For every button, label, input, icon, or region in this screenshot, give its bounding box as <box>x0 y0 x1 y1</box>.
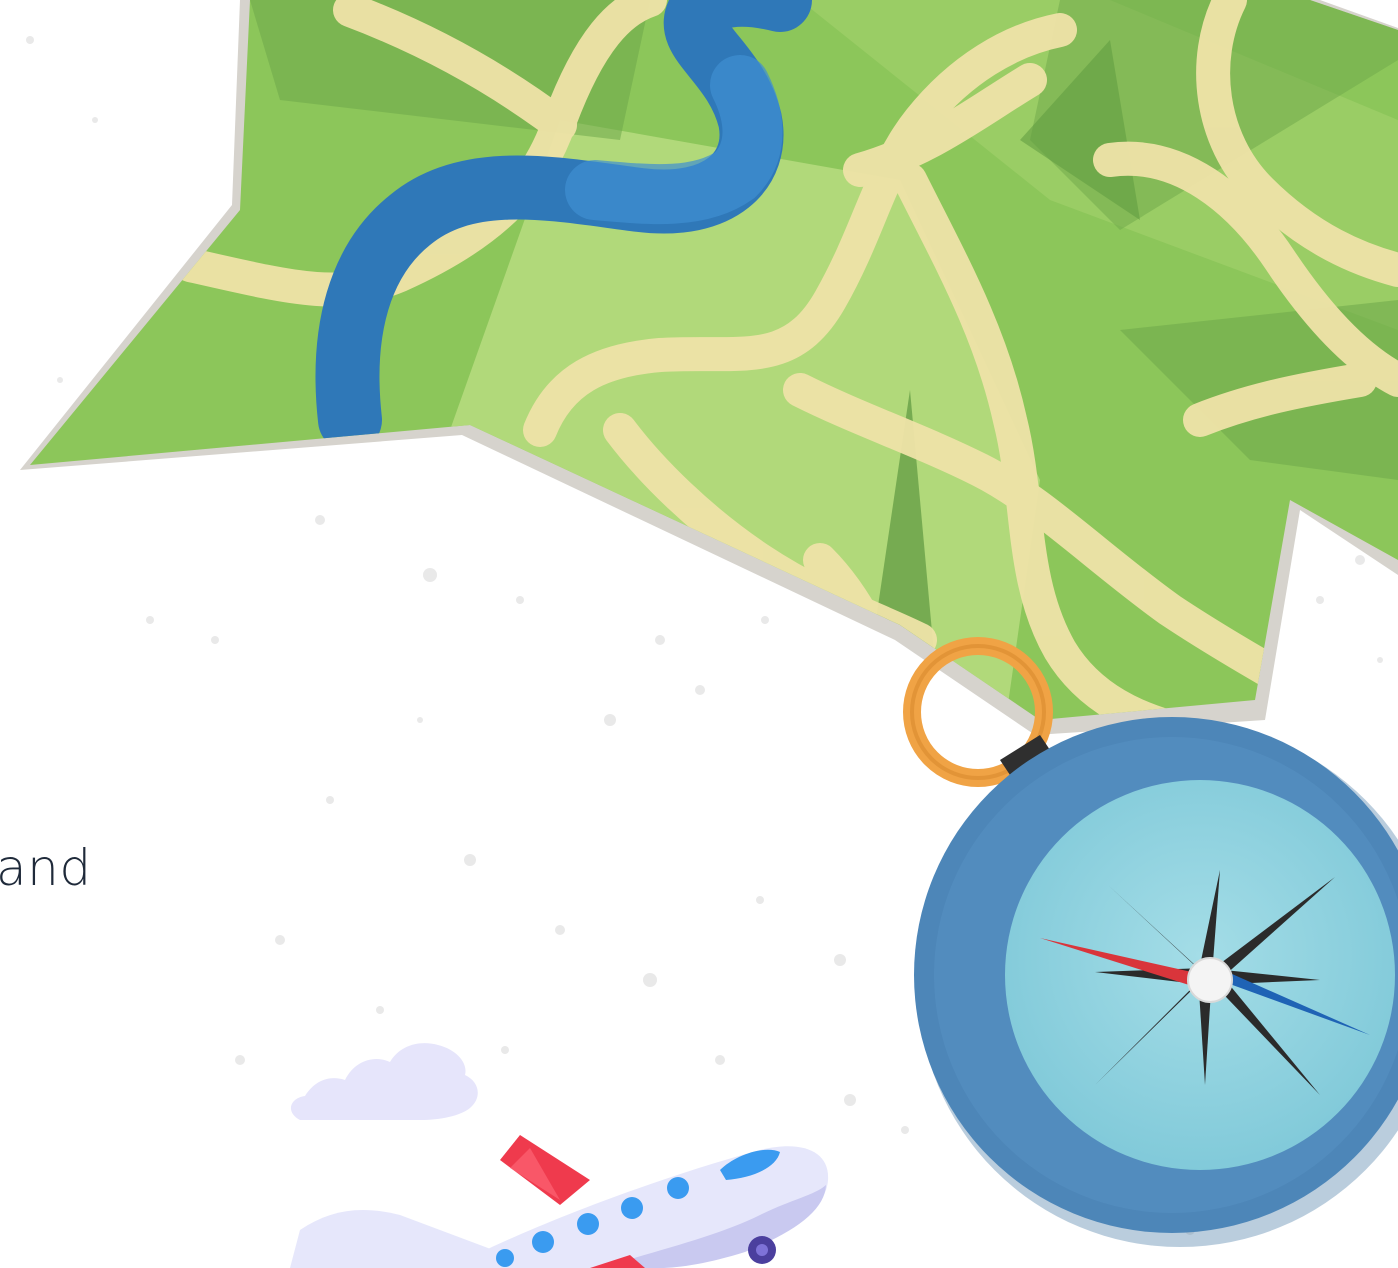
compass <box>903 637 1398 1247</box>
airplane-window <box>667 1177 689 1199</box>
airplane-window <box>621 1197 643 1219</box>
airplane-window <box>577 1213 599 1235</box>
caption-text: and <box>0 839 92 897</box>
airplane-window <box>532 1231 554 1253</box>
folded-map <box>20 0 1398 735</box>
airplane <box>290 1135 829 1268</box>
cloud <box>290 1043 478 1120</box>
airplane-window <box>496 1249 514 1267</box>
travel-illustration <box>20 0 1398 1268</box>
